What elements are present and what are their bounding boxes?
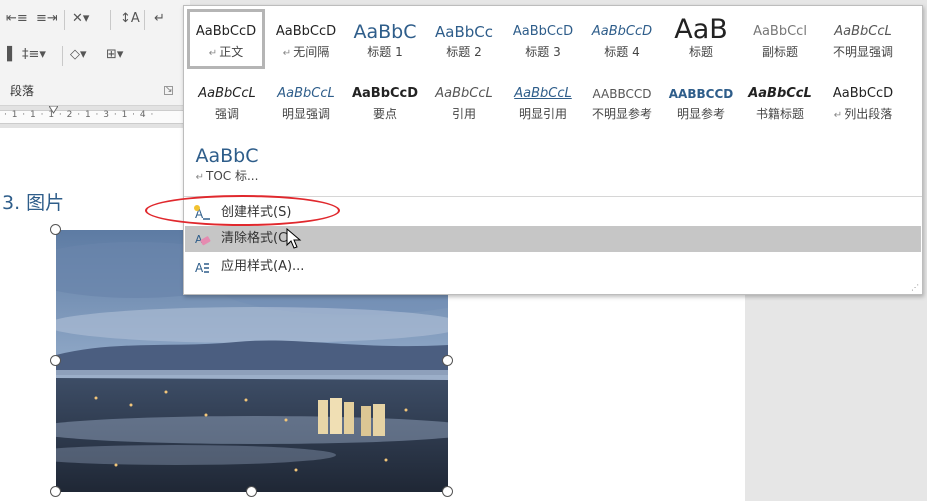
- style-name-label: ↵ 列出段落: [833, 107, 893, 121]
- style-sample: AaBbCcL: [514, 86, 572, 101]
- style-heading-1[interactable]: AaBbC 标题 1: [346, 12, 424, 72]
- style-name-label: 标题 2: [446, 45, 482, 59]
- style-sample: AaBbCcL: [198, 86, 256, 101]
- menu-apply-styles[interactable]: A 应用样式(A)...: [185, 254, 921, 280]
- style-name-label: 明显参考: [676, 107, 725, 121]
- style-sample: AaBbC: [195, 145, 259, 167]
- justify-button[interactable]: ▐: [2, 46, 12, 64]
- style-heading-2[interactable]: AaBbCc 标题 2: [425, 12, 503, 72]
- eraser-icon: A: [195, 233, 211, 246]
- style-list-paragraph[interactable]: AaBbCcD ↵ 列出段落: [820, 74, 906, 134]
- style-sample: AaBbCcL: [277, 86, 335, 101]
- style-sample: AaBbCcD: [591, 24, 653, 39]
- indent-marker-icon[interactable]: [49, 106, 58, 114]
- style-sample: AaBbCcD: [195, 24, 257, 39]
- style-name-label: 明显引用: [518, 107, 567, 121]
- resize-handle-bottom[interactable]: [246, 486, 257, 497]
- menu-label: 应用样式(A)...: [221, 259, 305, 274]
- style-strong[interactable]: AaBbCcD 要点: [346, 74, 424, 134]
- style-sample: AaBbCcD: [832, 86, 894, 101]
- divider: [110, 10, 111, 30]
- style-intense-quote[interactable]: AaBbCcL 明显引用: [504, 74, 582, 134]
- style-subtle-emphasis[interactable]: AaBbCcL 不明显强调: [820, 12, 906, 72]
- resize-handle-left[interactable]: [50, 355, 61, 366]
- svg-text:A: A: [195, 261, 204, 275]
- menu-label: 清除格式(C): [221, 231, 293, 246]
- divider: [144, 10, 145, 30]
- style-sample: AABBCCD: [668, 87, 734, 101]
- style-toc-heading[interactable]: AaBbC ↵ TOC 标...: [188, 136, 266, 196]
- apply-styles-icon: A: [195, 261, 209, 275]
- style-name-label: 不明显强调: [832, 45, 893, 59]
- divider: [62, 46, 63, 66]
- style-sample: AaBbCc: [435, 23, 493, 41]
- section-heading: 3. 图片: [2, 192, 65, 214]
- borders-button[interactable]: ⊞▾: [106, 46, 123, 64]
- style-sample: AaBbCcD: [351, 86, 419, 101]
- style-name-label: 标题 3: [525, 45, 561, 59]
- style-name-label: ↵ 正文: [208, 45, 244, 59]
- style-sample: AaBbCcl: [753, 24, 807, 39]
- style-heading-3[interactable]: AaBbCcD 标题 3: [504, 12, 582, 72]
- style-sample: AaBbCcL: [834, 24, 892, 39]
- divider: [64, 10, 65, 30]
- style-heading-4[interactable]: AaBbCcD 标题 4: [583, 12, 661, 72]
- ribbon-paragraph-group: ⇤≡ ≡⇥ ✕▾ ↕A ↵ ▐ ‡≡▾ ◇▾ ⊞▾ 段落 ↘: [0, 0, 190, 106]
- style-name-label: 要点: [372, 107, 397, 121]
- line-spacing-button[interactable]: ‡≡▾: [22, 46, 46, 64]
- style-name-label: ↵ TOC 标...: [195, 169, 259, 183]
- horizontal-ruler[interactable]: · 1 · 1 · 1 · 2 · 1 · 3 · 1 · 4 ·: [0, 106, 190, 128]
- chinese-layout-button[interactable]: ✕▾: [72, 10, 89, 28]
- style-name-label: 标题: [688, 45, 713, 59]
- style-emphasis[interactable]: AaBbCcL 强调: [188, 74, 266, 134]
- resize-handle-bottom-left[interactable]: [50, 486, 61, 497]
- style-book-title[interactable]: AaBbCcL 书籍标题: [741, 74, 819, 134]
- highlight-ellipse-annotation: [145, 195, 340, 226]
- style-normal[interactable]: AaBbCcD ↵ 正文: [187, 9, 265, 69]
- style-sample: AaBbCcD: [275, 24, 337, 39]
- mouse-cursor-icon: [286, 228, 302, 249]
- style-intense-emphasis[interactable]: AaBbCcL 明显强调: [267, 74, 345, 134]
- styles-gallery-dropdown: AaBbCcD ↵ 正文 AaBbCcD ↵ 无间隔 AaBbC 标题 1 AaBb…: [183, 5, 923, 295]
- style-sample: AaBbCcL: [435, 86, 493, 101]
- style-intense-reference[interactable]: AABBCCD 明显参考: [662, 74, 740, 134]
- style-name-label: 明显强调: [281, 107, 330, 121]
- sort-button[interactable]: ↕A: [120, 10, 140, 28]
- paragraph-group-label: 段落: [10, 84, 35, 98]
- style-sample: AaBbC: [353, 21, 417, 43]
- resize-handle-bottom-right[interactable]: [442, 486, 453, 497]
- style-quote[interactable]: AaBbCcL 引用: [425, 74, 503, 134]
- style-name-label: 副标题: [761, 45, 798, 59]
- style-name-label: 不明显参考: [591, 107, 652, 121]
- shading-button[interactable]: ◇▾: [70, 46, 87, 64]
- show-formatting-marks-button[interactable]: ↵: [154, 10, 165, 28]
- style-subtitle[interactable]: AaBbCcl 副标题: [741, 12, 819, 72]
- increase-indent-button[interactable]: ≡⇥: [36, 10, 58, 28]
- ruler-ticks: · 1 · 1 · 1 · 2 · 1 · 3 · 1 · 4 ·: [4, 110, 155, 120]
- style-subtle-reference[interactable]: AABBCCD 不明显参考: [583, 74, 661, 134]
- style-no-spacing[interactable]: AaBbCcD ↵ 无间隔: [267, 12, 345, 72]
- style-name-label: 引用: [451, 107, 476, 121]
- style-name-label: 标题 4: [604, 45, 640, 59]
- resize-grip-icon[interactable]: ⋰: [911, 283, 919, 292]
- style-sample: AaBbCcL: [748, 86, 812, 101]
- resize-handle-top-left[interactable]: [50, 224, 61, 235]
- style-title[interactable]: AaB 标题: [662, 12, 740, 72]
- style-sample: AaB: [674, 14, 728, 44]
- style-sample: AaBbCcD: [512, 24, 574, 39]
- style-name-label: ↵ 无间隔: [282, 45, 330, 59]
- decrease-indent-button[interactable]: ⇤≡: [6, 10, 28, 28]
- style-sample: AABBCCD: [592, 87, 652, 101]
- dialog-launcher-icon[interactable]: ↘: [164, 86, 173, 95]
- style-name-label: 书籍标题: [755, 107, 804, 121]
- style-name-label: 强调: [214, 107, 239, 121]
- resize-handle-right[interactable]: [442, 355, 453, 366]
- style-name-label: 标题 1: [367, 45, 403, 59]
